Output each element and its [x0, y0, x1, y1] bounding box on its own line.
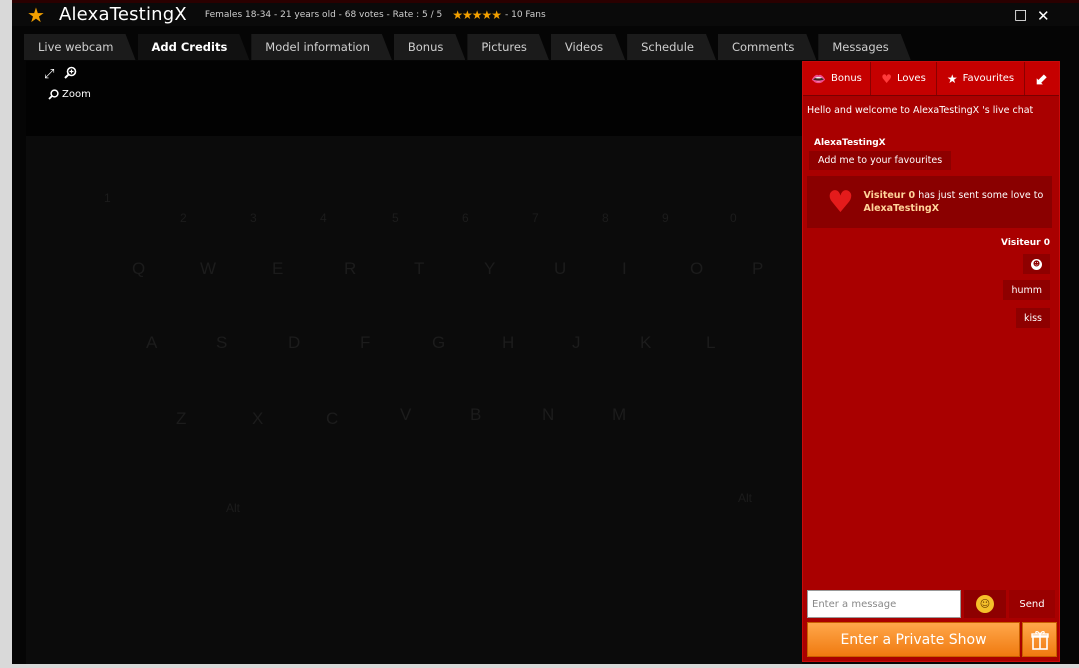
star-icon: ★ [946, 71, 958, 86]
restore-icon[interactable]: □ [1014, 7, 1027, 23]
chat-tabs: 👄 Bonus ♥ Loves ★ Favourites ⬋ [803, 62, 1059, 96]
chat-tab-bonus[interactable]: 👄 Bonus [803, 62, 871, 95]
chat-tab-label: Loves [896, 73, 926, 84]
video-frame [26, 136, 802, 664]
love-user: Visiteur 0 [863, 190, 916, 201]
chat-sender-visitor: Visiteur 0 [1001, 238, 1050, 248]
model-stats: Females 18-34 - 21 years old - 68 votes … [204, 9, 443, 20]
message-input[interactable] [807, 590, 961, 618]
love-message: has just sent some love to [918, 190, 1044, 201]
tab-comments[interactable]: Comments [718, 34, 816, 60]
tab-messages[interactable]: Messages [818, 34, 910, 60]
chat-tab-favourites[interactable]: ★ Favourites [937, 62, 1025, 95]
chat-emoji-message: ☻ [1023, 254, 1050, 274]
model-name: AlexaTestingX [58, 4, 187, 25]
message-composer: ☺ Send [807, 590, 1055, 620]
visitor-messages: Visiteur 0 ☻ humm kiss [803, 228, 1059, 328]
zoom-control[interactable]: Zoom [48, 89, 91, 100]
send-button[interactable]: Send [1009, 590, 1055, 618]
webcam-video[interactable]: Q W E R T Y U I O P A S D F G H J K L Z … [26, 61, 802, 664]
tab-schedule[interactable]: Schedule [627, 34, 716, 60]
tab-videos[interactable]: Videos [551, 34, 625, 60]
heart-icon: ♥ [881, 71, 892, 86]
tab-model-information[interactable]: Model information [251, 34, 392, 60]
tab-pictures[interactable]: Pictures [467, 34, 549, 60]
collapse-chat-icon[interactable]: ⬋ [1025, 62, 1059, 95]
tab-live-webcam[interactable]: Live webcam [24, 34, 136, 60]
chat-tab-loves[interactable]: ♥ Loves [871, 62, 937, 95]
heart-icon: ♥ [827, 184, 854, 220]
tab-add-credits[interactable]: Add Credits [138, 34, 250, 60]
smiley-icon: ☺ [976, 595, 994, 613]
private-show-button[interactable]: Enter a Private Show [807, 622, 1020, 657]
favourite-star-icon[interactable]: ★ [27, 3, 45, 27]
chat-message: kiss [1015, 308, 1050, 328]
chat-tab-label: Favourites [962, 73, 1015, 84]
chat-message: Add me to your favourites [809, 151, 952, 170]
close-icon[interactable]: ✕ [1037, 7, 1050, 25]
love-target: AlexaTestingX [863, 203, 940, 214]
main-tabs: Live webcam Add Credits Model informatio… [24, 32, 913, 60]
zoom-in-icon[interactable] [64, 66, 77, 83]
gift-icon [1030, 630, 1049, 650]
fans-count: - 10 Fans [505, 9, 546, 20]
cam-window: ★ AlexaTestingX Females 18-34 - 21 years… [12, 0, 1079, 664]
lips-icon: 👄 [811, 71, 827, 86]
zoom-label: Zoom [62, 89, 91, 100]
chat-sender-model: AlexaTestingX [814, 138, 886, 148]
tab-bonus[interactable]: Bonus [394, 34, 466, 60]
search-icon [48, 89, 59, 100]
title-bar: ★ AlexaTestingX Females 18-34 - 21 years… [12, 0, 1079, 27]
gift-button[interactable] [1022, 622, 1057, 657]
emoji-button[interactable]: ☺ [964, 590, 1006, 618]
fullscreen-icon[interactable]: ⤢ [44, 67, 54, 82]
love-notification: ♥ Visiteur 0 has just sent some love to … [807, 176, 1052, 228]
chat-tab-label: Bonus [831, 73, 862, 84]
private-show-row: Enter a Private Show [807, 622, 1057, 657]
love-text: Visiteur 0 has just sent some love to Al… [863, 189, 1052, 215]
chat-panel: 👄 Bonus ♥ Loves ★ Favourites ⬋ Hello and… [802, 61, 1060, 662]
rating-stars-icon: ★★★★★ [452, 7, 502, 22]
smiley-icon: ☻ [1031, 258, 1042, 270]
welcome-message: Hello and welcome to AlexaTestingX 's li… [807, 105, 1034, 116]
chat-message: humm [1003, 280, 1050, 300]
